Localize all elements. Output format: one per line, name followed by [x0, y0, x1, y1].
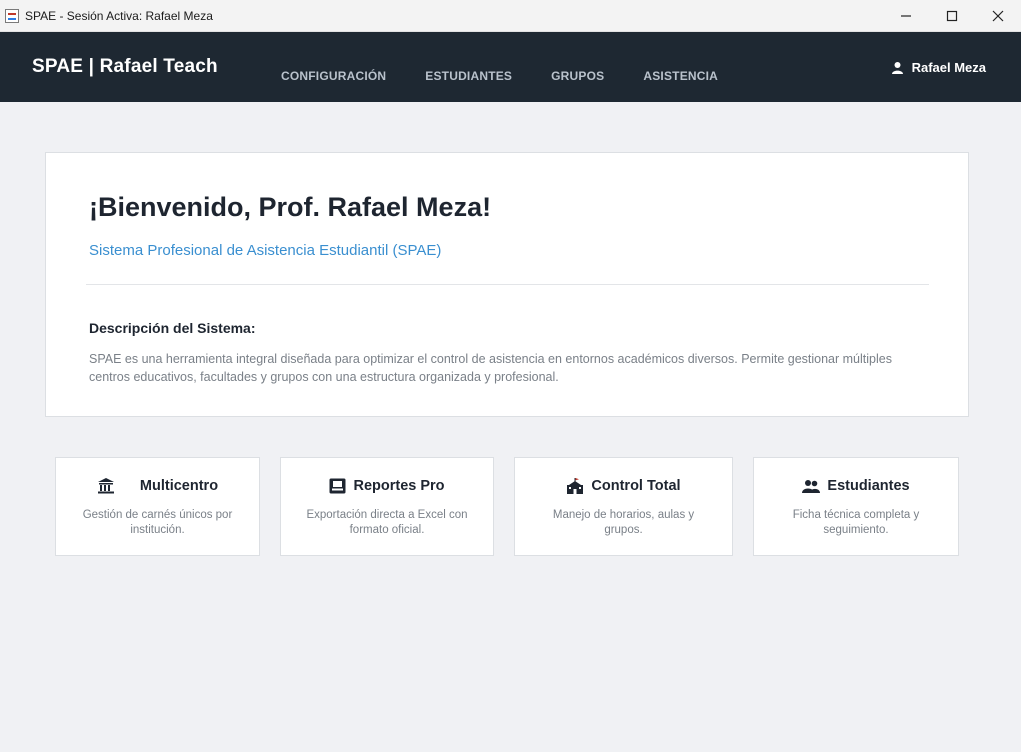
- feature-text: Exportación directa a Excel con formato …: [306, 509, 468, 536]
- nav-estudiantes[interactable]: ESTUDIANTES: [425, 69, 512, 83]
- nav-grupos[interactable]: GRUPOS: [551, 69, 604, 83]
- nav-asistencia[interactable]: ASISTENCIA: [643, 69, 718, 83]
- user-icon: [891, 61, 904, 74]
- welcome-title: ¡Bienvenido, Prof. Rafael Meza!: [89, 192, 492, 222]
- minimize-icon: [901, 15, 911, 17]
- feature-text: Gestión de carnés únicos por institución…: [82, 509, 233, 536]
- students-icon: [802, 479, 821, 493]
- nav-configuracion[interactable]: CONFIGURACIÓN: [281, 69, 386, 83]
- window-titlebar: SPAE - Sesión Activa: Rafael Meza: [0, 0, 1021, 32]
- feature-title: Estudiantes: [827, 478, 910, 494]
- welcome-card: ¡Bienvenido, Prof. Rafael Meza! Sistema …: [45, 152, 969, 417]
- feature-text: Ficha técnica completa y seguimiento.: [792, 509, 920, 536]
- feature-title: Control Total: [591, 478, 681, 494]
- bank-icon: [97, 478, 115, 494]
- divider: [86, 284, 929, 285]
- feature-text: Manejo de horarios, aulas y grupos.: [552, 509, 695, 536]
- description-title: Descripción del Sistema:: [89, 320, 256, 336]
- window-title: SPAE - Sesión Activa: Rafael Meza: [25, 8, 213, 23]
- app-icon: [5, 8, 19, 23]
- close-icon: [992, 10, 1004, 22]
- report-icon: [329, 478, 346, 494]
- user-menu[interactable]: Rafael Meza: [891, 60, 986, 75]
- feature-card-multicentro: Multicentro Gestión de carnés únicos por…: [55, 457, 260, 556]
- feature-card-control: Control Total Manejo de horarios, aulas …: [514, 457, 733, 556]
- maximize-button[interactable]: [929, 0, 975, 32]
- feature-card-reportes: Reportes Pro Exportación directa a Excel…: [280, 457, 494, 556]
- user-name: Rafael Meza: [911, 60, 986, 75]
- maximize-icon: [946, 10, 958, 22]
- minimize-button[interactable]: [883, 0, 929, 32]
- feature-card-estudiantes: Estudiantes Ficha técnica completa y seg…: [753, 457, 959, 556]
- description-text: SPAE es una herramienta integral diseñad…: [89, 352, 892, 384]
- feature-head: Estudiantes: [754, 478, 958, 494]
- close-button[interactable]: [975, 0, 1021, 32]
- feature-head: Control Total: [515, 478, 732, 494]
- welcome-subtitle: Sistema Profesional de Asistencia Estudi…: [89, 242, 442, 259]
- navbar: SPAE | Rafael Teach CONFIGURACIÓN ESTUDI…: [0, 32, 1021, 102]
- school-icon: [566, 478, 584, 494]
- nav-links: CONFIGURACIÓN ESTUDIANTES GRUPOS ASISTEN…: [281, 69, 757, 83]
- brand-title[interactable]: SPAE | Rafael Teach: [32, 56, 218, 78]
- feature-head: Reportes Pro: [281, 478, 493, 494]
- window-controls: [883, 0, 1021, 32]
- feature-title: Reportes Pro: [353, 478, 445, 494]
- feature-title: Multicentro: [139, 478, 219, 494]
- feature-head: Multicentro: [56, 478, 259, 494]
